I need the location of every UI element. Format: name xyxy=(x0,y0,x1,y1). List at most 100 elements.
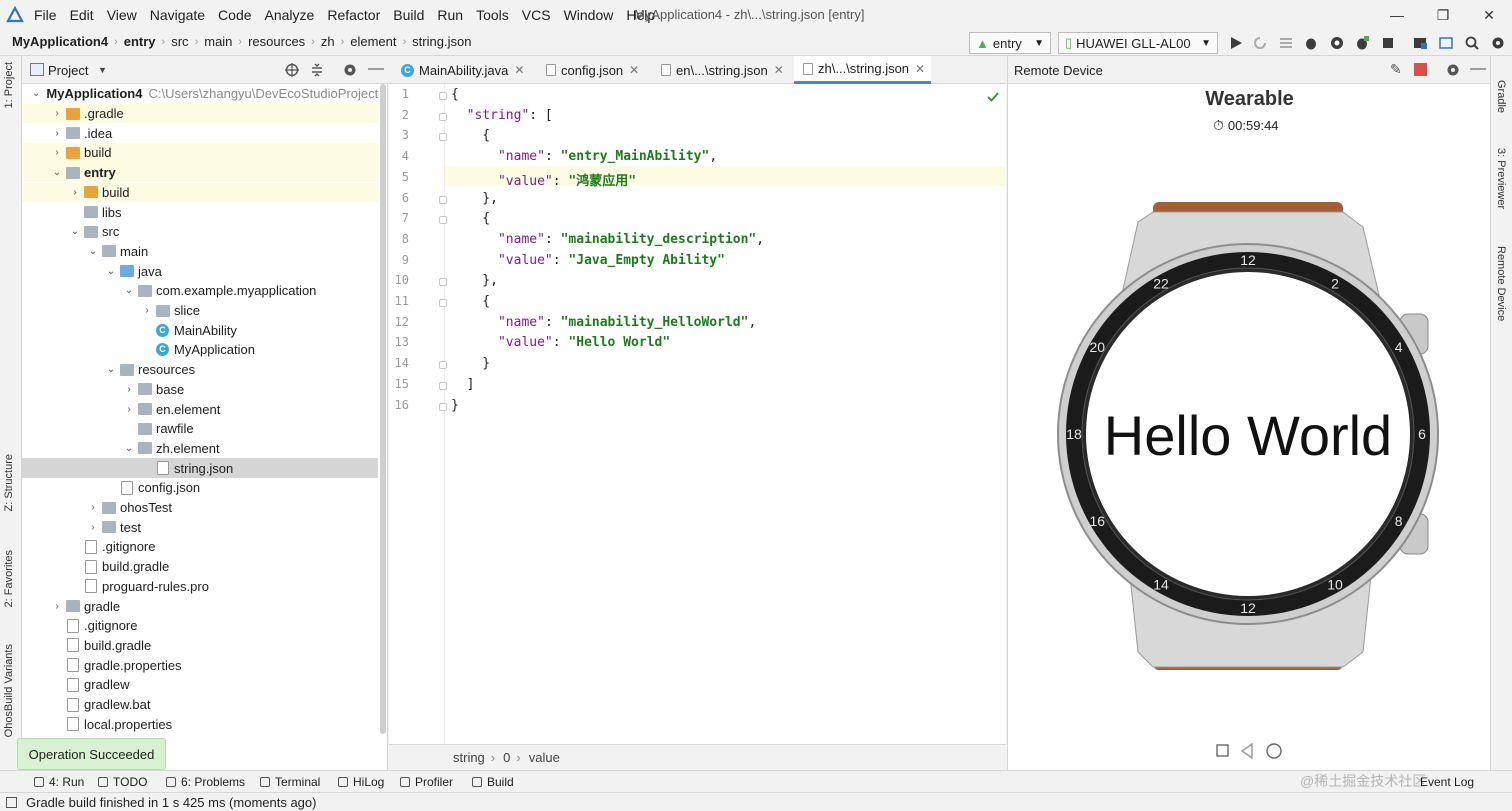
close-window-button[interactable]: ✕ xyxy=(1466,4,1512,26)
settings-icon[interactable] xyxy=(342,62,358,78)
menu-run[interactable]: Run xyxy=(437,7,463,23)
tree-item[interactable]: gradlew.bat xyxy=(22,695,378,715)
fold-marker-icon[interactable] xyxy=(439,402,447,411)
footer-path-item[interactable]: string xyxy=(453,750,485,765)
hide-panel-icon[interactable]: — xyxy=(1470,60,1486,78)
bottom-tool-hilog[interactable]: HiLog xyxy=(338,775,384,789)
gradle-tool-tab[interactable]: Gradle xyxy=(1495,80,1507,113)
tree-item[interactable]: local.properties xyxy=(22,714,378,734)
tree-item[interactable]: C MyApplication xyxy=(22,340,378,360)
fold-marker-icon[interactable] xyxy=(439,299,447,307)
tree-item[interactable]: gradlew xyxy=(22,675,378,695)
fold-marker-icon[interactable] xyxy=(439,278,447,287)
profile-icon[interactable] xyxy=(1329,35,1345,51)
bottom-tool-terminal[interactable]: Terminal xyxy=(260,775,320,789)
chevron-right-icon[interactable]: › xyxy=(50,128,64,139)
breadcrumb-item[interactable]: resources xyxy=(248,34,305,49)
menu-edit[interactable]: Edit xyxy=(70,7,94,23)
chevron-down-icon[interactable]: ▼ xyxy=(98,65,107,75)
chevron-down-icon[interactable]: ⌄ xyxy=(122,443,136,454)
chevron-right-icon[interactable]: › xyxy=(140,305,154,316)
bottom-tool-build[interactable]: Build xyxy=(472,775,514,789)
tree-item[interactable]: › ohosTest xyxy=(22,498,378,518)
tree-item[interactable]: › test xyxy=(22,517,378,537)
breadcrumb-item[interactable]: string.json xyxy=(412,34,471,49)
tree-item[interactable]: › build xyxy=(22,182,378,203)
close-icon[interactable]: ✕ xyxy=(514,63,524,77)
breadcrumb-item[interactable]: MyApplication4 xyxy=(12,34,108,49)
chevron-right-icon[interactable]: › xyxy=(50,108,64,119)
chevron-down-icon[interactable]: ⌄ xyxy=(68,226,82,237)
close-icon[interactable]: ✕ xyxy=(915,62,925,76)
chevron-right-icon[interactable]: › xyxy=(86,522,100,533)
settings-icon[interactable] xyxy=(1490,35,1506,51)
fold-marker-icon[interactable] xyxy=(439,133,447,142)
menu-refactor[interactable]: Refactor xyxy=(327,7,380,23)
device-manager-icon[interactable] xyxy=(1438,35,1454,51)
tree-item[interactable]: ⌄ main xyxy=(22,242,378,262)
fold-marker-icon[interactable] xyxy=(439,361,447,370)
breadcrumb-item[interactable]: zh xyxy=(321,34,335,49)
tree-item[interactable]: rawfile xyxy=(22,419,378,439)
chevron-down-icon[interactable]: ⌄ xyxy=(122,285,136,296)
fold-marker-icon[interactable] xyxy=(439,381,447,390)
menu-code[interactable]: Code xyxy=(218,7,251,23)
editor-tab[interactable]: en\...\string.json ✕ xyxy=(652,56,790,84)
project-scrollbar[interactable] xyxy=(380,84,386,734)
tree-item[interactable]: › slice xyxy=(22,301,378,321)
tree-item[interactable]: .gitignore xyxy=(22,537,378,557)
menu-vcs[interactable]: VCS xyxy=(522,7,551,23)
chevron-right-icon[interactable]: › xyxy=(86,502,100,513)
debug-icon[interactable] xyxy=(1303,35,1319,51)
remote-device-tool-tab[interactable]: Remote Device xyxy=(1495,246,1507,321)
tree-item[interactable]: › .idea xyxy=(22,123,378,143)
tree-item[interactable]: ⌄ resources xyxy=(22,360,378,380)
tree-item[interactable]: ⌄ java xyxy=(22,261,378,281)
module-select[interactable]: ▲ entry ▼ xyxy=(969,32,1051,54)
close-icon[interactable]: ✕ xyxy=(629,63,639,77)
stop-icon[interactable] xyxy=(1380,35,1396,51)
tree-item[interactable]: › en.element xyxy=(22,399,378,419)
home-icon[interactable] xyxy=(1266,743,1282,759)
tree-item[interactable]: ⌄ entry xyxy=(22,162,378,183)
back-icon[interactable] xyxy=(1240,742,1253,760)
tree-item[interactable]: config.json xyxy=(22,478,378,498)
menu-build[interactable]: Build xyxy=(393,7,424,23)
recent-apps-icon[interactable] xyxy=(1216,744,1229,757)
fold-marker-icon[interactable] xyxy=(439,195,447,204)
chevron-down-icon[interactable]: ⌄ xyxy=(104,266,118,277)
tree-item[interactable]: string.json xyxy=(22,458,378,478)
editor-tab[interactable]: zh\...\string.json ✕ xyxy=(794,56,932,84)
chevron-down-icon[interactable]: ⌄ xyxy=(104,364,118,375)
project-panel-title[interactable]: Project xyxy=(48,63,88,78)
fold-marker-icon[interactable] xyxy=(439,216,447,225)
fold-marker-icon[interactable] xyxy=(439,112,447,121)
device-select[interactable]: ▯ HUAWEI GLL-AL00 ▼ xyxy=(1058,32,1218,54)
menu-navigate[interactable]: Navigate xyxy=(150,7,205,23)
rerun-icon[interactable] xyxy=(1252,35,1268,51)
tree-item[interactable]: › .gradle xyxy=(22,103,378,124)
run-icon[interactable] xyxy=(1228,35,1244,51)
favorites-tool-tab[interactable]: 2: Favorites xyxy=(3,550,15,607)
structure-tool-tab[interactable]: Z: Structure xyxy=(3,454,15,511)
build-variants-tool-tab[interactable]: OhosBuild Variants xyxy=(3,644,15,737)
menu-analyze[interactable]: Analyze xyxy=(265,7,315,23)
bottom-tool-run[interactable]: 4: Run xyxy=(34,775,84,789)
maximize-button[interactable]: ❐ xyxy=(1420,4,1466,26)
bottom-tool-todo[interactable]: TODO xyxy=(98,775,147,789)
editor-tab[interactable]: config.json ✕ xyxy=(537,56,645,84)
chevron-down-icon[interactable]: ⌄ xyxy=(86,246,100,257)
stop-remote-icon[interactable] xyxy=(1414,63,1427,76)
tree-item[interactable]: .gitignore xyxy=(22,616,378,636)
breadcrumb-item[interactable]: entry xyxy=(124,34,156,49)
chevron-right-icon[interactable]: › xyxy=(50,601,64,612)
tree-item[interactable]: C MainAbility xyxy=(22,320,378,340)
menu-view[interactable]: View xyxy=(107,7,137,23)
tree-item[interactable]: libs xyxy=(22,202,378,222)
tree-item[interactable]: › build xyxy=(22,143,378,163)
chevron-right-icon[interactable]: › xyxy=(50,147,64,158)
menu-file[interactable]: File xyxy=(34,7,57,23)
tree-item[interactable]: proguard-rules.pro xyxy=(22,577,378,597)
previewer-tool-tab[interactable]: 3: Previewer xyxy=(1495,148,1507,209)
collapse-all-icon[interactable] xyxy=(309,62,325,78)
